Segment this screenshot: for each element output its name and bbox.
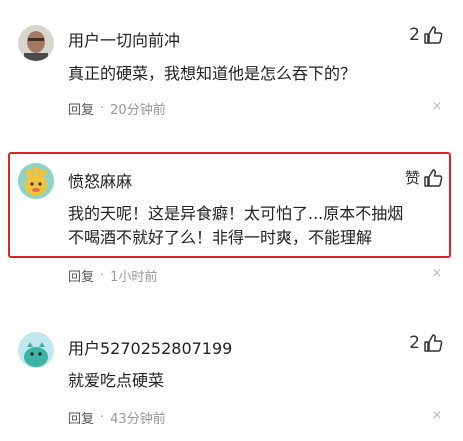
like-count: 2 — [409, 25, 420, 45]
separator-dot: · — [100, 101, 105, 116]
comment-item: 愤怒麻麻 赞 我的天呢！这是异食癖！太可怕了...原本不抽烟 不喝酒不就好了么！… — [0, 140, 463, 290]
reply-button[interactable]: 回复 — [68, 266, 94, 285]
separator-dot: · — [100, 268, 105, 283]
comment-item: 用户一切向前冲 2 真正的硬菜，我想知道他是怎么吞下的？ 回复 · 20分钟前 … — [0, 0, 463, 140]
avatar[interactable] — [18, 332, 54, 368]
username[interactable]: 用户5270252807199 — [68, 335, 232, 359]
close-icon[interactable]: × — [431, 267, 443, 280]
timestamp: 1小时前 — [110, 270, 158, 285]
comment-meta: 回复 · 43分钟前 — [68, 408, 166, 427]
thumbs-up-icon — [424, 334, 443, 352]
comment-text: 真正的硬菜，我想知道他是怎么吞下的？ — [68, 64, 357, 83]
reply-button[interactable]: 回复 — [68, 408, 94, 427]
comment-meta: 回复 · 20分钟前 — [68, 99, 166, 118]
timestamp: 20分钟前 — [110, 103, 166, 118]
thumbs-up-icon — [424, 168, 443, 187]
like-count: 2 — [409, 333, 420, 353]
reply-button[interactable]: 回复 — [68, 99, 94, 118]
username[interactable]: 用户一切向前冲 — [68, 27, 180, 51]
close-icon[interactable]: × — [431, 100, 443, 113]
thumbs-up-icon — [424, 26, 443, 44]
like-button[interactable]: 2 — [409, 333, 443, 353]
comment-text-line: 不喝酒不就好了么！非得一时爽，不能理解 — [68, 228, 373, 247]
like-button[interactable]: 2 — [409, 25, 443, 45]
comment-item: 用户5270252807199 2 就爱吃点硬菜 回复 · 43分钟前 × — [0, 310, 463, 441]
comment-text-line: 我的天呢！这是异食癖！太可怕了...原本不抽烟 — [68, 204, 404, 223]
separator-dot: · — [100, 410, 105, 425]
timestamp: 43分钟前 — [110, 412, 166, 427]
username[interactable]: 愤怒麻麻 — [68, 168, 132, 192]
like-label: 赞 — [404, 169, 420, 187]
comment-text: 我的天呢！这是异食癖！太可怕了...原本不抽烟 不喝酒不就好了么！非得一时爽，不… — [68, 202, 423, 250]
avatar[interactable] — [18, 163, 54, 199]
comment-text: 就爱吃点硬菜 — [68, 371, 165, 390]
comment-meta: 回复 · 1小时前 — [68, 266, 157, 285]
close-icon[interactable]: × — [431, 409, 443, 422]
like-button[interactable]: 赞 — [405, 167, 443, 188]
avatar[interactable] — [18, 25, 54, 61]
